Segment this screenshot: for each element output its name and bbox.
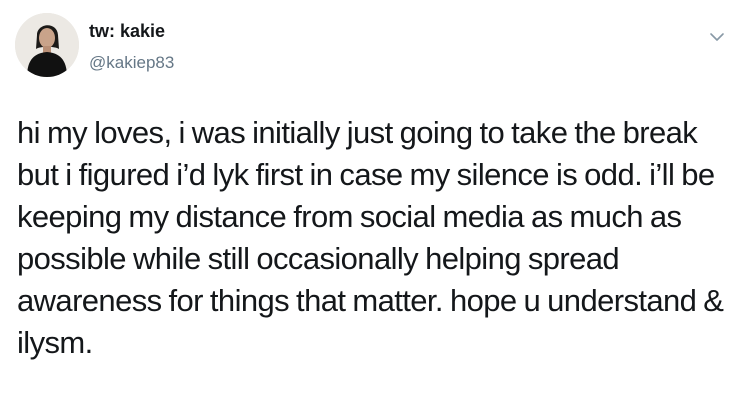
tweet-text-line: ilysm. (17, 325, 93, 360)
user-handle[interactable]: @kakiep83 (89, 53, 174, 73)
profile-photo-icon (15, 13, 79, 77)
tweet-text-line: keeping my distance from social media as… (17, 199, 682, 234)
avatar[interactable] (15, 13, 79, 77)
tweet-card: tw: kakie @kakiep83 hi my loves, i was i… (0, 0, 750, 400)
tweet-text-line: awareness for things that matter. hope u… (17, 283, 724, 318)
tweet-text-line: but i figured i’d lyk first in case my s… (17, 157, 715, 192)
tweet-text: hi my loves, i was initially just going … (17, 112, 737, 364)
tweet-menu-button[interactable] (706, 26, 728, 48)
display-name[interactable]: tw: kakie (89, 21, 165, 42)
tweet-text-line: hi my loves, i was initially just going … (17, 115, 698, 150)
tweet-text-line: possible while still occasionally helpin… (17, 241, 620, 276)
chevron-down-icon (710, 33, 724, 41)
